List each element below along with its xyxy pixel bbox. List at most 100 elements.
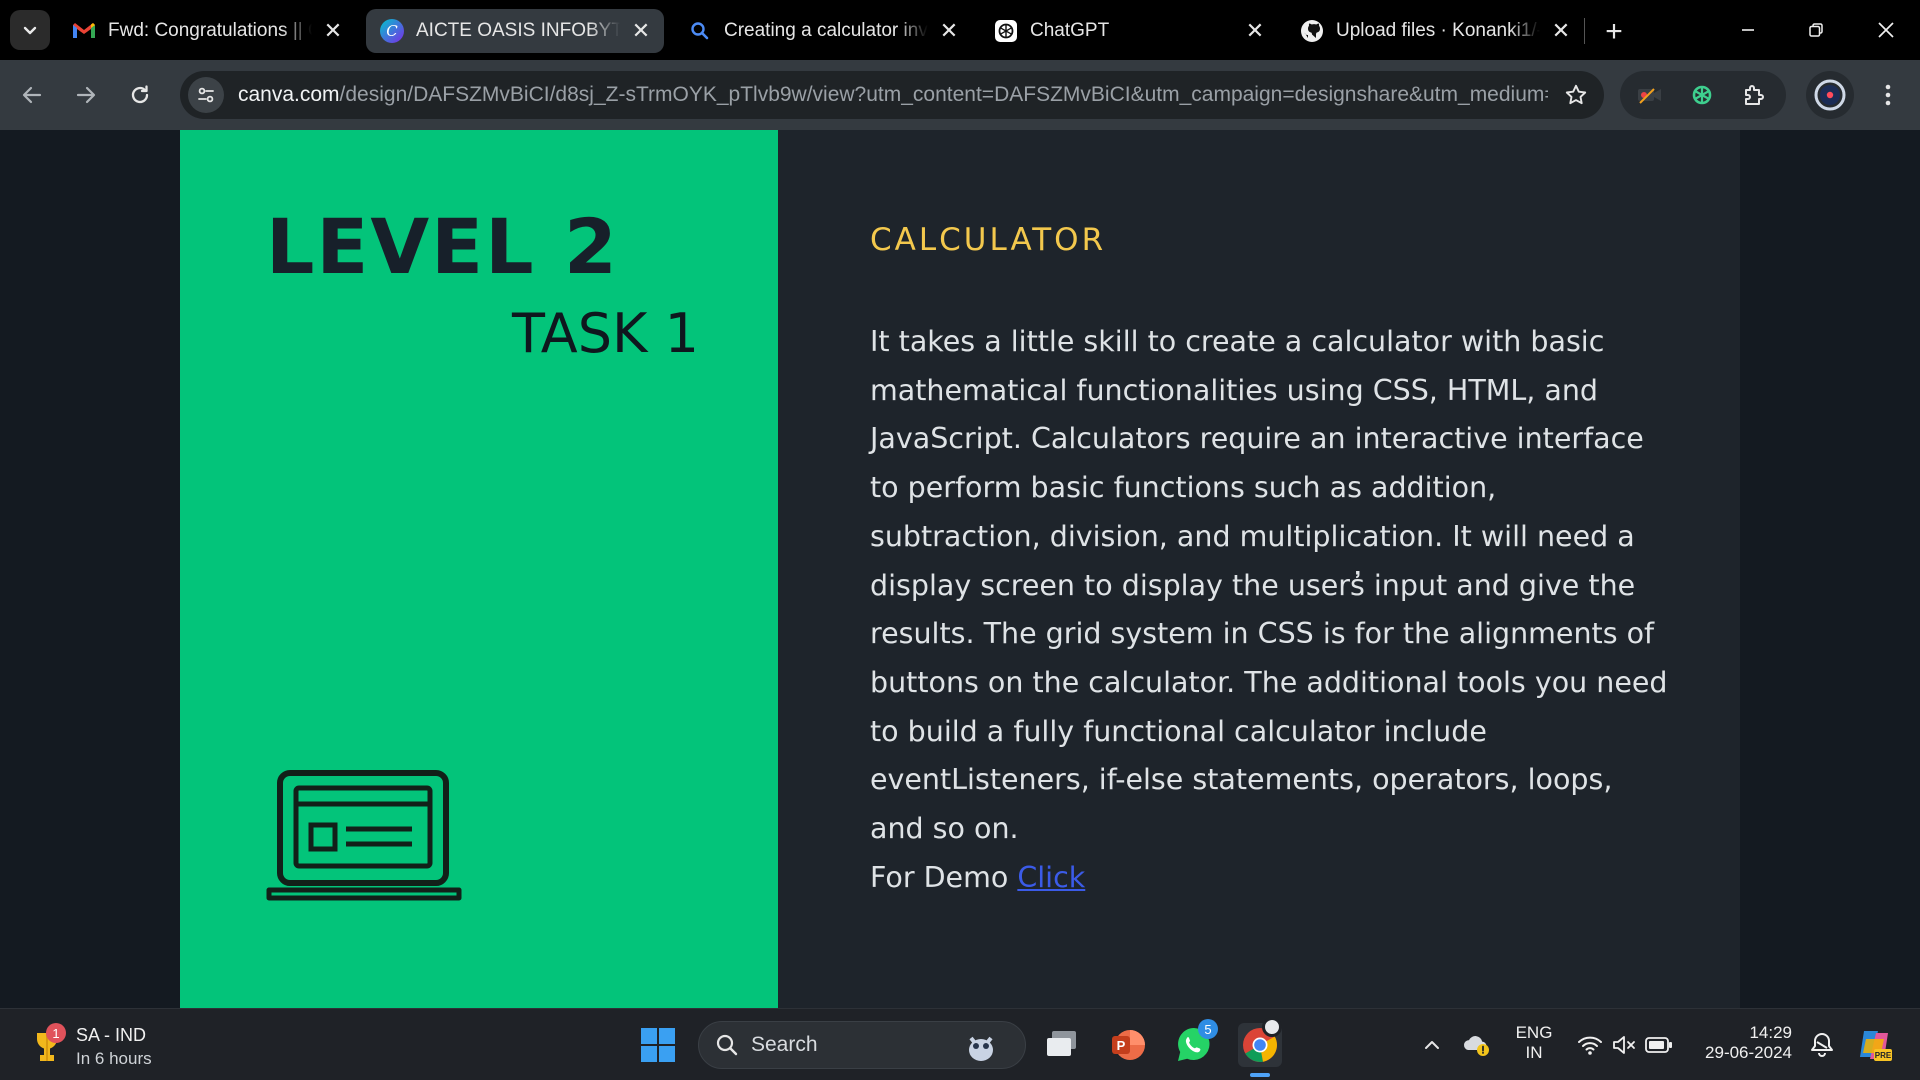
restore-button[interactable] <box>1782 0 1850 60</box>
taskbar-search[interactable]: Search <box>698 1021 1026 1069</box>
close-icon[interactable]: ✕ <box>628 18 654 44</box>
whatsapp-taskbar-button[interactable]: 5 <box>1172 1019 1218 1067</box>
slide-right-panel: CALCULATOR It takes a little skill to cr… <box>778 130 1740 1008</box>
tab-canva[interactable]: C AICTE OASIS INFOBYTE S ✕ <box>366 9 664 53</box>
more-vertical-icon <box>1885 84 1891 106</box>
canva-icon: C <box>380 19 404 43</box>
url-path: /design/DAFSZMvBiCI/d8sj_Z-sTrmOYK_pTlvb… <box>339 83 1548 106</box>
weather-subtitle: In 6 hours <box>76 1049 152 1068</box>
quick-settings-button[interactable] <box>1570 1023 1680 1067</box>
chevron-up-icon <box>1425 1041 1439 1049</box>
copilot-button[interactable]: PRE <box>1852 1023 1896 1067</box>
new-tab-button[interactable]: + <box>1596 14 1632 50</box>
extensions-button[interactable] <box>1738 79 1770 111</box>
forward-button[interactable] <box>66 75 106 115</box>
windows-taskbar: 1 SA - IND In 6 hours Search P 5 ENG IN <box>0 1008 1920 1080</box>
weather-widget[interactable]: 1 SA - IND In 6 hours <box>30 1021 180 1071</box>
chrome-profile-badge <box>1262 1017 1282 1037</box>
restore-icon <box>1809 23 1823 37</box>
github-icon <box>1300 19 1324 43</box>
active-app-indicator <box>1250 1073 1270 1077</box>
back-button[interactable] <box>12 75 52 115</box>
clock-button[interactable]: 14:29 29-06-2024 <box>1688 1023 1792 1063</box>
notification-badge: 5 <box>1198 1019 1218 1039</box>
arrow-right-icon <box>76 86 96 104</box>
tab-github[interactable]: Upload files · Konanki1/- ✕ <box>1286 9 1584 53</box>
svg-text:PRE: PRE <box>1875 1051 1892 1060</box>
description-text: It takes a little skill to create a calc… <box>870 325 1668 846</box>
task-heading: TASK 1 <box>512 302 699 365</box>
tab-separator <box>1584 18 1585 44</box>
browser-toolbar: canva.com/design/DAFSZMvBiCI/d8sj_Z-sTrm… <box>0 60 1920 130</box>
search-highlight-icon <box>969 1036 993 1061</box>
minimize-button[interactable] <box>1714 0 1782 60</box>
url-host: canva.com <box>238 83 340 106</box>
wifi-icon <box>1578 1036 1602 1055</box>
video-camera-icon <box>1638 88 1661 104</box>
page-viewport: LEVEL 2 TASK 1 CALCULATOR It takes a lit… <box>0 130 1920 1008</box>
cloud-warning-icon <box>1463 1036 1489 1056</box>
screen-recorder-extension[interactable] <box>1634 79 1666 111</box>
search-label: Search <box>751 1033 818 1056</box>
tab-title: Upload files · Konanki1/- <box>1336 20 1540 41</box>
tab-title: AICTE OASIS INFOBYTE S <box>416 20 620 41</box>
task-view-icon <box>1047 1031 1076 1056</box>
close-icon[interactable]: ✕ <box>1242 18 1268 44</box>
tab-title: Creating a calculator invo <box>724 20 928 41</box>
address-bar[interactable]: canva.com/design/DAFSZMvBiCI/d8sj_Z-sTrm… <box>180 71 1604 119</box>
chatgpt-extension[interactable] <box>1686 79 1718 111</box>
browser-tab-strip: Fwd: Congratulations || O ✕ C AICTE OASI… <box>0 0 1920 60</box>
tab-search-results[interactable]: Creating a calculator invo ✕ <box>674 9 972 53</box>
demo-prefix: For Demo <box>870 860 1018 894</box>
notification-bell-icon <box>1811 1033 1833 1057</box>
chatgpt-icon <box>1692 85 1712 105</box>
notification-badge: 1 <box>46 1023 66 1043</box>
tab-gmail[interactable]: Fwd: Congratulations || O ✕ <box>58 9 356 53</box>
demo-link[interactable]: Click <box>1017 861 1085 894</box>
start-button[interactable] <box>636 1023 680 1067</box>
chatgpt-icon <box>994 19 1018 43</box>
onedrive-tray-button[interactable] <box>1454 1023 1498 1067</box>
clock-time: 14:29 <box>1749 1023 1792 1042</box>
profile-button[interactable] <box>1806 71 1854 119</box>
windows-icon <box>641 1028 675 1062</box>
tab-title: Fwd: Congratulations || O <box>108 20 312 41</box>
battery-icon <box>1645 1037 1672 1053</box>
calculator-heading: CALCULATOR <box>870 222 1107 258</box>
extensions-group <box>1620 71 1786 119</box>
search-icon <box>716 1034 738 1056</box>
close-icon[interactable]: ✕ <box>320 18 346 44</box>
tab-search-button[interactable] <box>10 10 50 50</box>
search-icon <box>688 19 712 43</box>
svg-text:C: C <box>386 22 398 40</box>
reload-button[interactable] <box>120 75 160 115</box>
close-icon <box>1878 22 1894 38</box>
minimize-icon <box>1742 29 1754 31</box>
laptop-icon <box>266 770 462 901</box>
gmail-icon <box>72 19 96 43</box>
tune-icon <box>198 87 214 103</box>
input-language-button[interactable]: ENG IN <box>1504 1023 1564 1063</box>
puzzle-icon <box>1745 85 1764 105</box>
site-info-button[interactable] <box>188 77 224 113</box>
svg-text:P: P <box>1117 1038 1126 1053</box>
tab-title: ChatGPT <box>1030 20 1110 41</box>
powerpoint-taskbar-button[interactable]: P <box>1106 1023 1150 1067</box>
demo-line: For Demo Click <box>870 854 1670 903</box>
close-icon[interactable]: ✕ <box>936 18 962 44</box>
chrome-taskbar-button[interactable] <box>1238 1017 1282 1077</box>
tab-chatgpt[interactable]: ChatGPT ✕ <box>980 9 1278 53</box>
task-view-button[interactable] <box>1040 1023 1084 1067</box>
close-window-button[interactable] <box>1852 0 1920 60</box>
volume-muted-icon <box>1613 1036 1635 1054</box>
reload-icon <box>131 85 149 104</box>
region-code: IN <box>1525 1043 1543 1062</box>
notifications-button[interactable] <box>1800 1023 1844 1067</box>
description-block: It takes a little skill to create a calc… <box>870 318 1670 902</box>
bookmark-star-button[interactable] <box>1562 81 1590 109</box>
browser-menu-button[interactable] <box>1870 77 1906 113</box>
language-code: ENG <box>1515 1023 1553 1042</box>
show-hidden-icons-button[interactable] <box>1410 1023 1454 1067</box>
close-icon[interactable]: ✕ <box>1548 18 1574 44</box>
powerpoint-icon: P <box>1112 1030 1145 1060</box>
